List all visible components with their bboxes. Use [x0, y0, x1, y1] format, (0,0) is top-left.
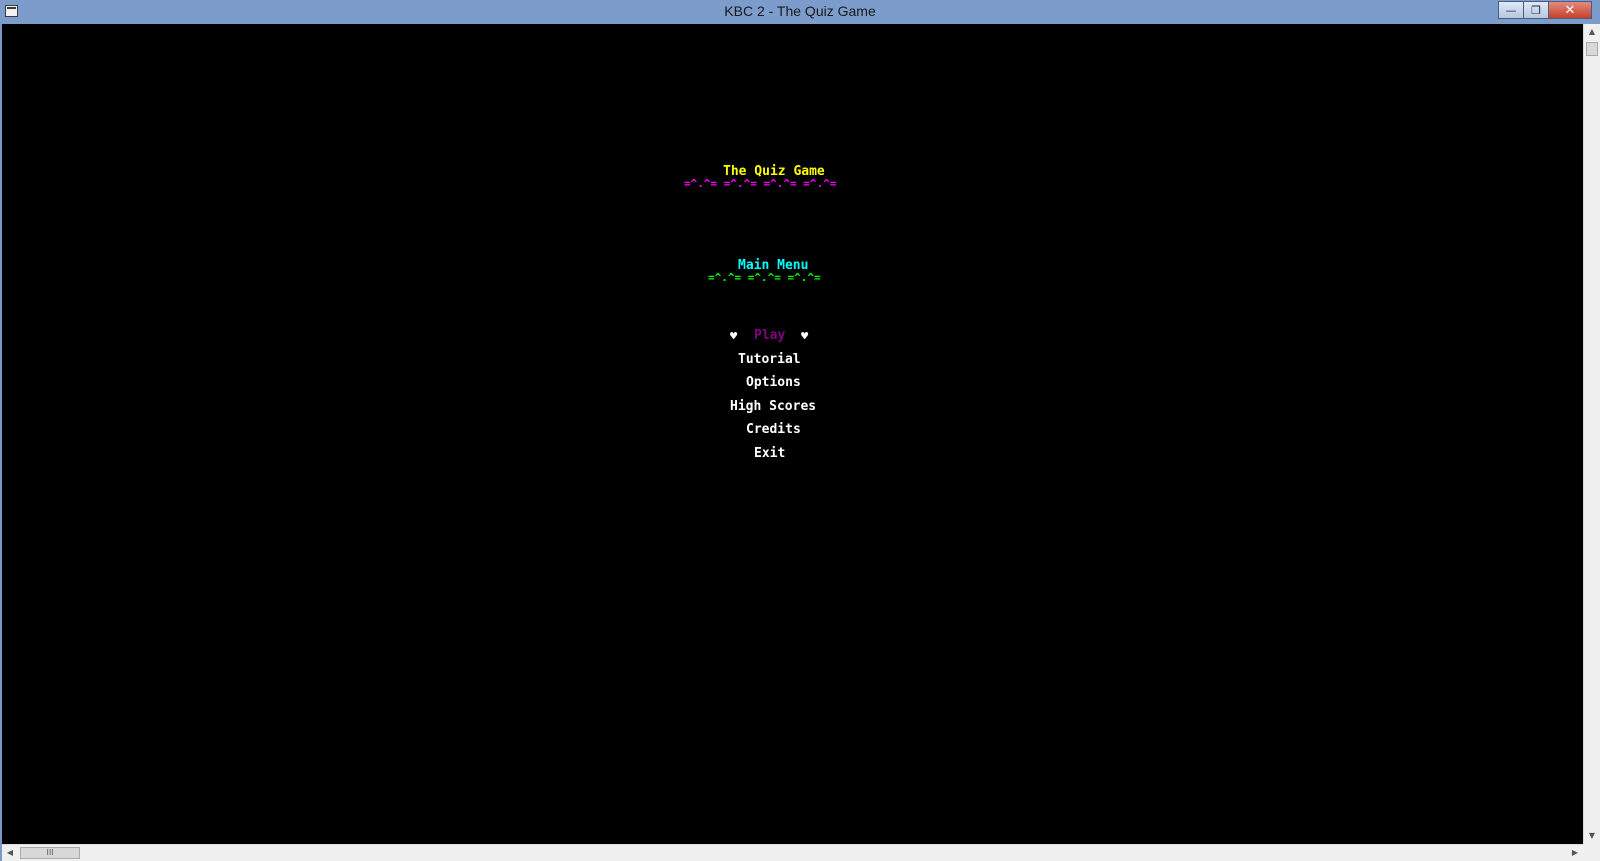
vertical-scroll-thumb[interactable] [1586, 42, 1598, 56]
menu-item-exit[interactable]: Exit [754, 447, 785, 461]
minimize-icon: — [1505, 3, 1517, 17]
menu-item-tutorial[interactable]: Tutorial [738, 353, 801, 367]
restore-icon: ❐ [1531, 3, 1541, 17]
close-icon: ✕ [1564, 2, 1576, 18]
scroll-right-icon[interactable]: ▶ [1567, 845, 1583, 861]
scroll-up-icon[interactable]: ▲ [1584, 24, 1600, 40]
horizontal-scroll-thumb[interactable]: III [20, 847, 80, 859]
size-grip[interactable] [1583, 844, 1600, 861]
vertical-scrollbar[interactable]: ▲ ▼ [1583, 24, 1600, 844]
menu-item-credits[interactable]: Credits [746, 423, 801, 437]
window-title: KBC 2 - The Quiz Game [724, 3, 876, 19]
heart-left-icon: ♥ [730, 329, 738, 343]
scroll-left-icon[interactable]: ◀ [2, 845, 18, 861]
menu-item-high-scores[interactable]: High Scores [730, 400, 816, 414]
minimize-button[interactable]: — [1498, 1, 1524, 19]
restore-button[interactable]: ❐ [1523, 1, 1549, 19]
horizontal-scrollbar[interactable]: ◀ III ▶ [2, 844, 1583, 861]
heart-right-icon: ♥ [801, 329, 809, 343]
close-button[interactable]: ✕ [1548, 1, 1592, 19]
console-area[interactable]: The Quiz Game =^.^= =^.^= =^.^= =^.^= Ma… [2, 24, 1583, 844]
title-bar[interactable]: KBC 2 - The Quiz Game — ❐ ✕ [0, 0, 1600, 24]
menu-item-play[interactable]: Play [754, 329, 785, 343]
window-controls: — ❐ ✕ [1498, 1, 1592, 20]
menu-decoration: =^.^= =^.^= =^.^= [708, 271, 821, 284]
app-window: KBC 2 - The Quiz Game — ❐ ✕ The Quiz Gam… [0, 0, 1600, 861]
scroll-down-icon[interactable]: ▼ [1584, 828, 1600, 844]
title-decoration: =^.^= =^.^= =^.^= =^.^= [684, 177, 837, 190]
menu-item-options[interactable]: Options [746, 376, 801, 390]
